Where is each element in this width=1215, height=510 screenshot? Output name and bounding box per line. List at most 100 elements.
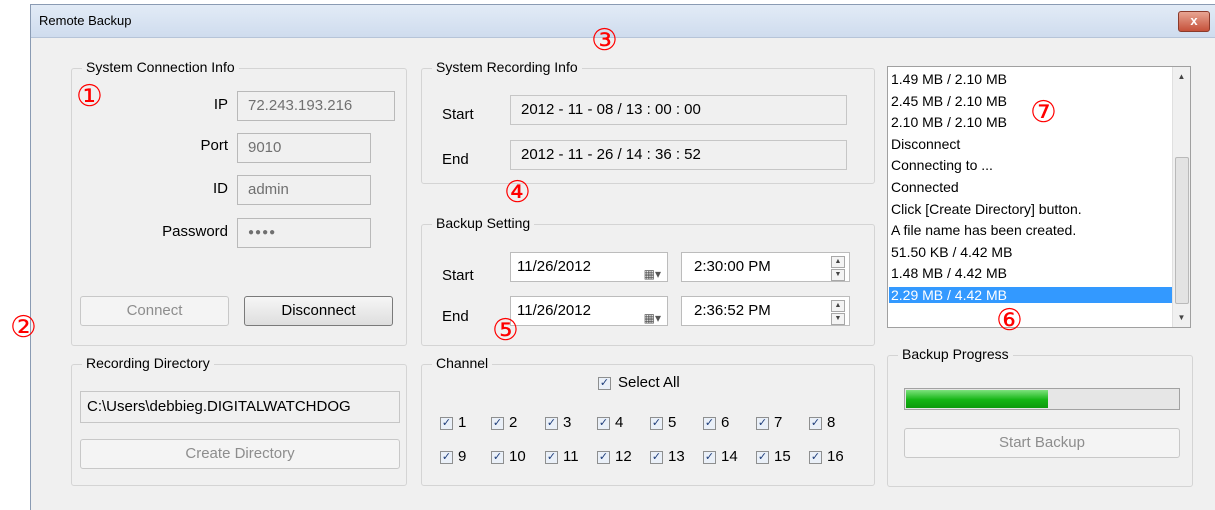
annotation-1: ① [76,79,103,114]
select-all-checkbox[interactable]: ✓ [598,377,611,390]
annotation-6: ⑥ [996,303,1023,338]
log-line[interactable]: Click [Create Directory] button. [891,201,1082,217]
start-date-value: 11/26/2012 [517,258,591,275]
channel-1-label: 1 [458,414,467,431]
log-line[interactable]: Disconnect [891,136,960,152]
channel-1-checkbox[interactable]: ✓ [440,417,453,430]
channel-6-checkbox[interactable]: ✓ [703,417,716,430]
spin-up-icon[interactable]: ▲ [831,300,845,312]
calendar-dropdown-icon[interactable]: ▦▾ [644,260,661,288]
scroll-up-icon[interactable]: ▲ [1173,72,1190,81]
time-spinner[interactable]: ▲ ▼ [831,256,845,281]
spin-down-icon[interactable]: ▼ [831,269,845,281]
channel-12-label: 12 [615,448,632,465]
log-line[interactable]: 2.10 MB / 2.10 MB [891,114,1007,130]
channel-4-label: 4 [615,414,624,431]
backup-progress-group: Backup Progress [887,346,1193,487]
end-date-value: 11/26/2012 [517,302,591,319]
channel-3-checkbox[interactable]: ✓ [545,417,558,430]
backup-setting-legend: Backup Setting [432,215,535,231]
channel-14-checkbox[interactable]: ✓ [703,451,716,464]
channel-15-checkbox[interactable]: ✓ [756,451,769,464]
progress-fill [906,390,1049,408]
recording-directory-legend: Recording Directory [82,355,214,371]
channel-15-label: 15 [774,448,791,465]
end-time-value: 2:36:52 PM [694,302,771,319]
annotation-5: ⑤ [492,313,519,348]
channel-legend: Channel [432,355,493,371]
recording-info-group: System Recording Info Start 2012 - 11 - … [421,59,875,184]
annotation-7: ⑦ [1030,95,1057,130]
annotation-2: ② [10,310,37,345]
log-line[interactable]: Connected [891,179,959,195]
id-field[interactable]: admin [237,175,371,205]
id-label: ID [213,180,228,197]
end-time-picker[interactable]: 2:36:52 PM ▲ ▼ [681,296,850,326]
log-line[interactable]: 2.29 MB / 4.42 MB [889,287,1172,303]
channel-11-label: 11 [563,448,579,465]
start-backup-button[interactable]: Start Backup [904,428,1180,458]
recording-info-legend: System Recording Info [432,59,582,75]
channel-8-checkbox[interactable]: ✓ [809,417,822,430]
backup-progress-bar [904,388,1180,410]
password-label: Password [162,223,228,240]
channel-16-checkbox[interactable]: ✓ [809,451,822,464]
channel-14-label: 14 [721,448,738,465]
time-spinner[interactable]: ▲ ▼ [831,300,845,325]
password-field[interactable]: ●●●● [237,218,371,248]
start-time-picker[interactable]: 2:30:00 PM ▲ ▼ [681,252,850,282]
channel-group: Channel ✓ Select All ✓ 1 ✓ 2 ✓ 3 ✓ 4 ✓ 5 ✓ 6 ✓ 7 ✓ 8 ✓ 9 ✓… [421,355,875,486]
spin-down-icon[interactable]: ▼ [831,313,845,325]
scroll-thumb[interactable] [1175,157,1189,304]
channel-16-label: 16 [827,448,844,465]
recording-end-label: End [442,151,469,168]
log-line[interactable]: 1.49 MB / 2.10 MB [891,71,1007,87]
channel-13-label: 13 [668,448,685,465]
channel-10-checkbox[interactable]: ✓ [491,451,504,464]
log-line[interactable]: A file name has been created. [891,222,1076,238]
disconnect-button[interactable]: Disconnect [244,296,393,326]
backup-setting-group: Backup Setting Start 11/26/2012 ▦▾ 2:30:… [421,215,875,346]
channel-2-checkbox[interactable]: ✓ [491,417,504,430]
start-date-picker[interactable]: 11/26/2012 ▦▾ [510,252,668,282]
channel-12-checkbox[interactable]: ✓ [597,451,610,464]
recording-start-label: Start [442,106,474,123]
channel-5-label: 5 [668,414,677,431]
channel-13-checkbox[interactable]: ✓ [650,451,663,464]
ip-field[interactable]: 72.243.193.216 [237,91,395,121]
log-line[interactable]: 2.45 MB / 2.10 MB [891,93,1007,109]
channel-6-label: 6 [721,414,730,431]
calendar-dropdown-icon[interactable]: ▦▾ [644,304,661,332]
channel-5-checkbox[interactable]: ✓ [650,417,663,430]
channel-7-label: 7 [774,414,783,431]
scroll-down-icon[interactable]: ▼ [1173,313,1190,322]
title-bar: Remote Backup x [31,5,1215,38]
channel-11-checkbox[interactable]: ✓ [545,451,558,464]
log-scrollbar[interactable]: ▲ ▼ [1172,67,1190,327]
log-line[interactable]: Connecting to ... [891,157,993,173]
end-date-picker[interactable]: 11/26/2012 ▦▾ [510,296,668,326]
spin-up-icon[interactable]: ▲ [831,256,845,268]
annotation-4: ④ [504,175,531,210]
log-line[interactable]: 51.50 KB / 4.42 MB [891,244,1012,260]
remote-backup-window: Remote Backup x System Connection Info I… [30,4,1215,510]
recording-end-value: 2012 - 11 - 26 / 14 : 36 : 52 [510,140,847,170]
log-line[interactable]: 1.48 MB / 4.42 MB [891,265,1007,281]
ip-label: IP [213,96,228,113]
connect-button[interactable]: Connect [80,296,229,326]
connection-group: System Connection Info IP 72.243.193.216… [71,59,407,346]
connection-legend: System Connection Info [82,59,239,75]
recording-directory-group: Recording Directory C:\Users\debbieg.DIG… [71,355,407,486]
create-directory-button[interactable]: Create Directory [80,439,400,469]
annotation-3: ③ [591,23,618,58]
channel-9-checkbox[interactable]: ✓ [440,451,453,464]
port-field[interactable]: 9010 [237,133,371,163]
close-button[interactable]: x [1178,11,1210,32]
backup-end-label: End [442,308,469,325]
directory-path-field[interactable]: C:\Users\debbieg.DIGITALWATCHDOG [80,391,400,423]
channel-7-checkbox[interactable]: ✓ [756,417,769,430]
select-all-label: Select All [618,374,680,391]
channel-4-checkbox[interactable]: ✓ [597,417,610,430]
start-time-value: 2:30:00 PM [694,258,771,275]
channel-3-label: 3 [563,414,572,431]
